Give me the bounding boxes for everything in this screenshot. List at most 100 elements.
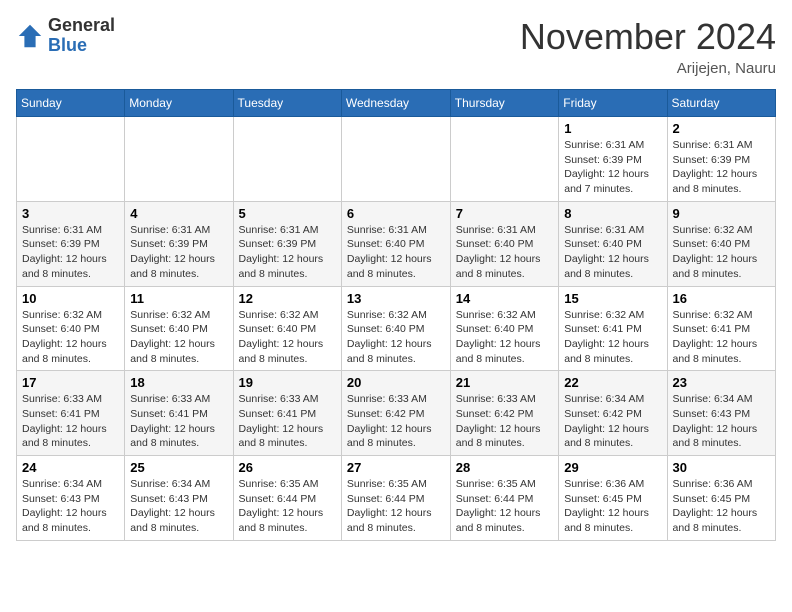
day-number: 11 xyxy=(130,291,227,306)
calendar-cell: 14 Sunrise: 6:32 AM Sunset: 6:40 PM Dayli… xyxy=(450,286,558,371)
calendar-cell: 7 Sunrise: 6:31 AM Sunset: 6:40 PM Daylig… xyxy=(450,201,558,286)
day-number: 4 xyxy=(130,206,227,221)
calendar-cell: 27 Sunrise: 6:35 AM Sunset: 6:44 PM Dayli… xyxy=(341,456,450,541)
day-info: Sunrise: 6:32 AM Sunset: 6:40 PM Dayligh… xyxy=(239,308,336,367)
day-number: 2 xyxy=(673,121,770,136)
calendar-cell xyxy=(233,117,341,202)
day-info: Sunrise: 6:31 AM Sunset: 6:39 PM Dayligh… xyxy=(130,223,227,282)
day-info: Sunrise: 6:36 AM Sunset: 6:45 PM Dayligh… xyxy=(673,477,770,536)
day-number: 26 xyxy=(239,460,336,475)
calendar-cell: 24 Sunrise: 6:34 AM Sunset: 6:43 PM Dayli… xyxy=(17,456,125,541)
column-header-thursday: Thursday xyxy=(450,90,558,117)
day-info: Sunrise: 6:34 AM Sunset: 6:42 PM Dayligh… xyxy=(564,392,661,451)
day-number: 8 xyxy=(564,206,661,221)
day-info: Sunrise: 6:32 AM Sunset: 6:40 PM Dayligh… xyxy=(22,308,119,367)
day-number: 13 xyxy=(347,291,445,306)
day-info: Sunrise: 6:33 AM Sunset: 6:41 PM Dayligh… xyxy=(239,392,336,451)
column-header-sunday: Sunday xyxy=(17,90,125,117)
day-number: 5 xyxy=(239,206,336,221)
calendar-header-row: SundayMondayTuesdayWednesdayThursdayFrid… xyxy=(17,90,776,117)
day-info: Sunrise: 6:33 AM Sunset: 6:41 PM Dayligh… xyxy=(130,392,227,451)
calendar-cell: 22 Sunrise: 6:34 AM Sunset: 6:42 PM Dayli… xyxy=(559,371,667,456)
calendar-week-row: 10 Sunrise: 6:32 AM Sunset: 6:40 PM Dayli… xyxy=(17,286,776,371)
day-info: Sunrise: 6:34 AM Sunset: 6:43 PM Dayligh… xyxy=(673,392,770,451)
column-header-friday: Friday xyxy=(559,90,667,117)
calendar-week-row: 1Sunrise: 6:31 AM Sunset: 6:39 PM Daylig… xyxy=(17,117,776,202)
day-info: Sunrise: 6:32 AM Sunset: 6:41 PM Dayligh… xyxy=(673,308,770,367)
calendar-cell: 16 Sunrise: 6:32 AM Sunset: 6:41 PM Dayli… xyxy=(667,286,775,371)
day-number: 24 xyxy=(22,460,119,475)
column-header-wednesday: Wednesday xyxy=(341,90,450,117)
calendar-cell: 28Sunrise: 6:35 AM Sunset: 6:44 PM Dayli… xyxy=(450,456,558,541)
calendar-cell: 23 Sunrise: 6:34 AM Sunset: 6:43 PM Dayli… xyxy=(667,371,775,456)
calendar-cell: 25 Sunrise: 6:34 AM Sunset: 6:43 PM Dayli… xyxy=(125,456,233,541)
calendar-cell: 20Sunrise: 6:33 AM Sunset: 6:42 PM Dayli… xyxy=(341,371,450,456)
title-block: November 2024 Arijejen, Nauru xyxy=(520,16,776,77)
day-number: 22 xyxy=(564,375,661,390)
day-info: Sunrise: 6:35 AM Sunset: 6:44 PM Dayligh… xyxy=(239,477,336,536)
day-info: Sunrise: 6:31 AM Sunset: 6:39 PM Dayligh… xyxy=(22,223,119,282)
calendar-cell: 5 Sunrise: 6:31 AM Sunset: 6:39 PM Daylig… xyxy=(233,201,341,286)
calendar-cell: 19Sunrise: 6:33 AM Sunset: 6:41 PM Dayli… xyxy=(233,371,341,456)
day-number: 14 xyxy=(456,291,553,306)
calendar-cell: 29 Sunrise: 6:36 AM Sunset: 6:45 PM Dayli… xyxy=(559,456,667,541)
day-number: 21 xyxy=(456,375,553,390)
day-number: 27 xyxy=(347,460,445,475)
day-number: 18 xyxy=(130,375,227,390)
calendar-cell: 10 Sunrise: 6:32 AM Sunset: 6:40 PM Dayli… xyxy=(17,286,125,371)
day-number: 28 xyxy=(456,460,553,475)
day-info: Sunrise: 6:32 AM Sunset: 6:40 PM Dayligh… xyxy=(347,308,445,367)
day-number: 7 xyxy=(456,206,553,221)
page-header: General Blue November 2024 Arijejen, Nau… xyxy=(16,16,776,77)
day-number: 17 xyxy=(22,375,119,390)
month-title: November 2024 xyxy=(520,16,776,58)
day-info: Sunrise: 6:33 AM Sunset: 6:41 PM Dayligh… xyxy=(22,392,119,451)
day-info: Sunrise: 6:31 AM Sunset: 6:39 PM Dayligh… xyxy=(673,138,770,197)
day-number: 16 xyxy=(673,291,770,306)
day-info: Sunrise: 6:31 AM Sunset: 6:39 PM Dayligh… xyxy=(239,223,336,282)
day-number: 3 xyxy=(22,206,119,221)
calendar-cell xyxy=(450,117,558,202)
calendar-week-row: 3 Sunrise: 6:31 AM Sunset: 6:39 PM Daylig… xyxy=(17,201,776,286)
calendar-cell: 8Sunrise: 6:31 AM Sunset: 6:40 PM Daylig… xyxy=(559,201,667,286)
day-info: Sunrise: 6:36 AM Sunset: 6:45 PM Dayligh… xyxy=(564,477,661,536)
day-info: Sunrise: 6:31 AM Sunset: 6:40 PM Dayligh… xyxy=(347,223,445,282)
day-info: Sunrise: 6:34 AM Sunset: 6:43 PM Dayligh… xyxy=(130,477,227,536)
calendar-cell: 2 Sunrise: 6:31 AM Sunset: 6:39 PM Daylig… xyxy=(667,117,775,202)
day-info: Sunrise: 6:33 AM Sunset: 6:42 PM Dayligh… xyxy=(347,392,445,451)
column-header-monday: Monday xyxy=(125,90,233,117)
column-header-saturday: Saturday xyxy=(667,90,775,117)
day-number: 15 xyxy=(564,291,661,306)
calendar-cell: 15 Sunrise: 6:32 AM Sunset: 6:41 PM Dayli… xyxy=(559,286,667,371)
location: Arijejen, Nauru xyxy=(520,60,776,77)
calendar-cell: 1Sunrise: 6:31 AM Sunset: 6:39 PM Daylig… xyxy=(559,117,667,202)
day-info: Sunrise: 6:34 AM Sunset: 6:43 PM Dayligh… xyxy=(22,477,119,536)
day-number: 10 xyxy=(22,291,119,306)
day-info: Sunrise: 6:31 AM Sunset: 6:40 PM Dayligh… xyxy=(456,223,553,282)
calendar-cell xyxy=(341,117,450,202)
day-info: Sunrise: 6:32 AM Sunset: 6:40 PM Dayligh… xyxy=(456,308,553,367)
calendar-cell: 18 Sunrise: 6:33 AM Sunset: 6:41 PM Dayli… xyxy=(125,371,233,456)
day-number: 12 xyxy=(239,291,336,306)
day-number: 25 xyxy=(130,460,227,475)
column-header-tuesday: Tuesday xyxy=(233,90,341,117)
day-info: Sunrise: 6:33 AM Sunset: 6:42 PM Dayligh… xyxy=(456,392,553,451)
logo-general: General xyxy=(48,16,115,36)
calendar-cell: 6Sunrise: 6:31 AM Sunset: 6:40 PM Daylig… xyxy=(341,201,450,286)
calendar-cell: 4 Sunrise: 6:31 AM Sunset: 6:39 PM Daylig… xyxy=(125,201,233,286)
calendar-cell: 3 Sunrise: 6:31 AM Sunset: 6:39 PM Daylig… xyxy=(17,201,125,286)
calendar-cell: 11Sunrise: 6:32 AM Sunset: 6:40 PM Dayli… xyxy=(125,286,233,371)
calendar-cell: 26 Sunrise: 6:35 AM Sunset: 6:44 PM Dayli… xyxy=(233,456,341,541)
calendar-week-row: 17 Sunrise: 6:33 AM Sunset: 6:41 PM Dayli… xyxy=(17,371,776,456)
day-number: 29 xyxy=(564,460,661,475)
calendar-cell xyxy=(125,117,233,202)
day-info: Sunrise: 6:35 AM Sunset: 6:44 PM Dayligh… xyxy=(347,477,445,536)
calendar-cell: 21 Sunrise: 6:33 AM Sunset: 6:42 PM Dayli… xyxy=(450,371,558,456)
calendar-cell: 9Sunrise: 6:32 AM Sunset: 6:40 PM Daylig… xyxy=(667,201,775,286)
day-number: 23 xyxy=(673,375,770,390)
day-info: Sunrise: 6:32 AM Sunset: 6:41 PM Dayligh… xyxy=(564,308,661,367)
calendar-cell: 17 Sunrise: 6:33 AM Sunset: 6:41 PM Dayli… xyxy=(17,371,125,456)
calendar-cell: 30Sunrise: 6:36 AM Sunset: 6:45 PM Dayli… xyxy=(667,456,775,541)
calendar-table: SundayMondayTuesdayWednesdayThursdayFrid… xyxy=(16,89,776,541)
logo-blue: Blue xyxy=(48,36,115,56)
